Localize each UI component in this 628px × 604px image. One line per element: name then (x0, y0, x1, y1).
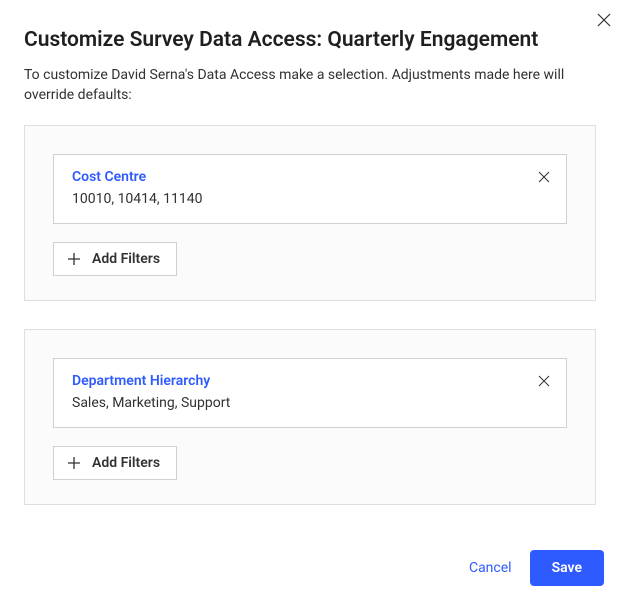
filter-value: Sales, Marketing, Support (72, 395, 548, 411)
plus-icon (66, 455, 82, 471)
add-filters-button[interactable]: Add Filters (53, 446, 177, 480)
dialog-description: To customize David Serna's Data Access m… (24, 66, 604, 105)
cancel-button[interactable]: Cancel (469, 560, 512, 576)
close-icon (538, 375, 550, 387)
dialog-title: Customize Survey Data Access: Quarterly … (24, 28, 604, 52)
remove-filter-button[interactable] (536, 169, 552, 185)
close-icon (596, 12, 612, 28)
filter-group: Cost Centre 10010, 10414, 11140 Add Filt… (24, 125, 596, 301)
plus-icon (66, 251, 82, 267)
filter-value: 10010, 10414, 11140 (72, 191, 548, 207)
filter-box-department-hierarchy[interactable]: Department Hierarchy Sales, Marketing, S… (53, 358, 567, 428)
close-button[interactable] (592, 8, 616, 32)
dialog-footer: Cancel Save (0, 536, 628, 604)
filter-box-cost-centre[interactable]: Cost Centre 10010, 10414, 11140 (53, 154, 567, 224)
customize-access-dialog: Customize Survey Data Access: Quarterly … (0, 0, 628, 604)
add-filters-label: Add Filters (92, 251, 160, 267)
remove-filter-button[interactable] (536, 373, 552, 389)
filter-label: Department Hierarchy (72, 373, 548, 389)
filter-group: Department Hierarchy Sales, Marketing, S… (24, 329, 596, 505)
save-button[interactable]: Save (530, 550, 604, 586)
add-filters-label: Add Filters (92, 455, 160, 471)
close-icon (538, 171, 550, 183)
filter-label: Cost Centre (72, 169, 548, 185)
filter-scroll-area[interactable]: Cost Centre 10010, 10414, 11140 Add Filt… (24, 125, 604, 534)
add-filters-button[interactable]: Add Filters (53, 242, 177, 276)
